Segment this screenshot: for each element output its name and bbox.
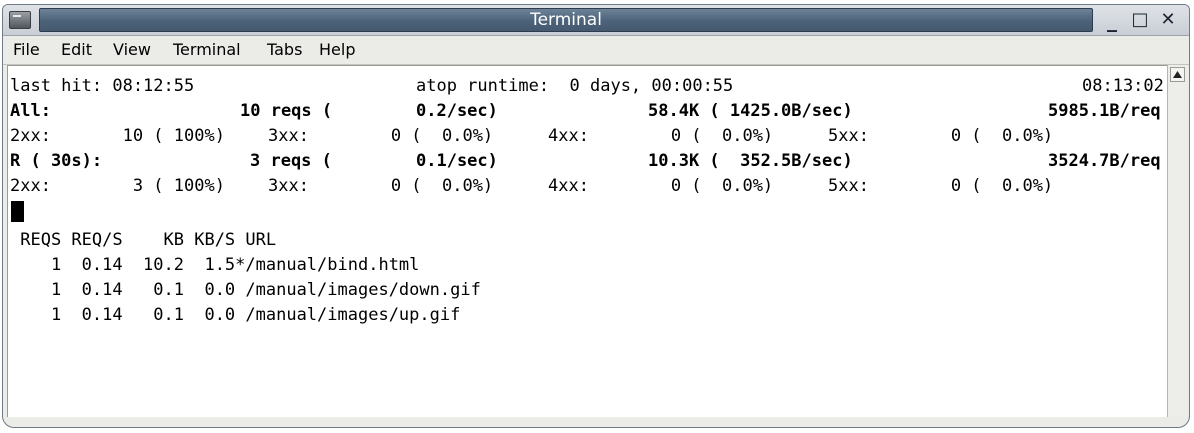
menu-bar: File Edit View Terminal Tabs Help [3, 36, 1189, 65]
recent-reqs: 3 reqs ( [250, 151, 332, 171]
terminal-window: Terminal _ □ ✕ File Edit View Terminal T… [2, 4, 1190, 428]
recent-4xx: 4xx: 0 ( 0.0%) [548, 176, 774, 196]
recent-label: R ( 30s): [10, 151, 103, 171]
all-per-req: 5985.1B/req [1048, 101, 1161, 121]
menu-view-label: View [113, 40, 151, 59]
terminal-app-icon[interactable] [9, 11, 31, 29]
text-cursor [11, 201, 24, 222]
menu-tabs[interactable]: Tabs [267, 40, 302, 60]
menu-help[interactable]: Help [319, 40, 355, 60]
recent-5xx: 5xx: 0 ( 0.0%) [828, 176, 1054, 196]
menu-edit[interactable]: Edit [61, 40, 92, 60]
all-rate: 0.2/sec) [416, 101, 498, 121]
recent-bytes: 10.3K ( 352.5B/sec) [648, 151, 853, 171]
menu-tabs-label: Tabs [267, 40, 303, 59]
maximize-button[interactable]: □ [1127, 7, 1153, 33]
menu-terminal[interactable]: Terminal [173, 40, 241, 60]
recent-rate: 0.1/sec) [416, 151, 498, 171]
menu-help-label: Help [319, 40, 356, 59]
all-3xx: 3xx: 0 ( 0.0%) [268, 126, 494, 146]
window-title: Terminal [530, 10, 602, 30]
menu-edit-label: Edit [61, 40, 92, 59]
runtime-text: atop runtime: 0 days, 00:00:55 [416, 76, 734, 96]
menu-file[interactable]: File [13, 40, 40, 60]
last-hit-text: last hit: 08:12:55 [10, 76, 195, 96]
recent-3xx: 3xx: 0 ( 0.0%) [268, 176, 494, 196]
menu-file-label: File [13, 40, 40, 59]
title-bar[interactable]: Terminal _ □ ✕ [3, 5, 1189, 36]
url-table-row: 1 0.14 0.1 0.0 /manual/images/down.gif [10, 280, 481, 300]
all-bytes: 58.4K ( 1425.0B/sec) [648, 101, 853, 121]
menu-view[interactable]: View [113, 40, 151, 60]
title-bar-active[interactable]: Terminal [39, 8, 1093, 32]
recent-per-req: 3524.7B/req [1048, 151, 1161, 171]
vertical-scrollbar[interactable] [1167, 65, 1187, 417]
url-table-row: 1 0.14 0.1 0.0 /manual/images/up.gif [10, 305, 461, 325]
all-4xx: 4xx: 0 ( 0.0%) [548, 126, 774, 146]
url-table-header: REQS REQ/S KB KB/S URL [10, 230, 277, 250]
close-button[interactable]: ✕ [1155, 7, 1181, 33]
recent-2xx: 2xx: 3 ( 100%) [10, 176, 225, 196]
all-2xx: 2xx: 10 ( 100%) [10, 126, 225, 146]
all-reqs: 10 reqs ( [240, 101, 333, 121]
minimize-button[interactable]: _ [1099, 7, 1125, 33]
clock-text: 08:13:02 [1082, 76, 1164, 96]
all-5xx: 5xx: 0 ( 0.0%) [828, 126, 1054, 146]
terminal-output[interactable]: last hit: 08:12:55 atop runtime: 0 days,… [7, 65, 1167, 417]
all-label: All: [10, 101, 51, 121]
url-table-row: 1 0.14 10.2 1.5*/manual/bind.html [10, 255, 420, 275]
scroll-up-arrow-icon[interactable] [1170, 67, 1185, 82]
menu-terminal-label: Terminal [173, 40, 241, 59]
